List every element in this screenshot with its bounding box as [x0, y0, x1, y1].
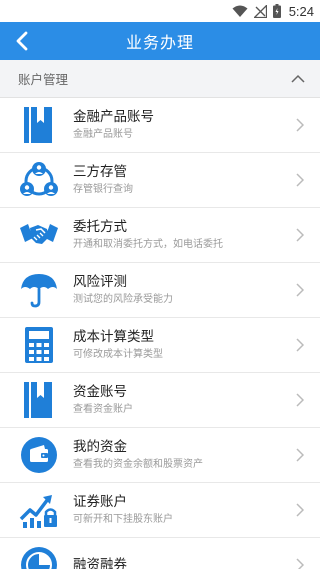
item-title: 三方存管	[73, 164, 127, 180]
list-item-margin-trading[interactable]: 融资融券	[0, 538, 320, 569]
item-subtitle: 测试您的风险承受能力	[73, 294, 173, 305]
item-subtitle: 查看我的资金余额和股票资产	[73, 459, 203, 470]
chevron-right-icon	[290, 335, 310, 355]
list-item-risk-assessment[interactable]: 风险评测 测试您的风险承受能力	[0, 263, 320, 318]
list-item-securities-account[interactable]: 证券账户 可新开和下挂股东账户	[0, 483, 320, 538]
chevron-right-icon	[290, 170, 310, 190]
three-party-network-icon	[15, 160, 63, 200]
chevron-right-icon	[290, 390, 310, 410]
chevron-right-icon	[290, 445, 310, 465]
list-item-cost-calculation-type[interactable]: 成本计算类型 可修改成本计算类型	[0, 318, 320, 373]
collapse-button[interactable]	[288, 69, 308, 89]
item-title: 证券账户	[73, 494, 127, 510]
stock-trend-lock-icon	[15, 490, 63, 530]
chevron-right-icon	[290, 500, 310, 520]
item-title: 融资融券	[73, 557, 127, 569]
status-bar: 5:24	[0, 0, 320, 22]
pie-chart-icon	[15, 545, 63, 569]
list-item-financial-product-account[interactable]: 金融产品账号 金融产品账号	[0, 98, 320, 153]
chevron-right-icon	[290, 280, 310, 300]
chevron-up-icon	[291, 74, 305, 83]
list-item-fund-account[interactable]: 资金账号 查看资金账户	[0, 373, 320, 428]
calculator-icon	[15, 325, 63, 365]
account-menu-list: 金融产品账号 金融产品账号 三方存管 存管银行查询 委托方式 开通和取消委托方式…	[0, 98, 320, 569]
item-subtitle: 金融产品账号	[73, 129, 133, 140]
item-title: 委托方式	[73, 219, 127, 235]
item-subtitle: 开通和取消委托方式，如电话委托	[73, 239, 223, 250]
battery-icon	[272, 4, 281, 18]
list-item-entrust-method[interactable]: 委托方式 开通和取消委托方式，如电话委托	[0, 208, 320, 263]
status-time: 5:24	[288, 3, 314, 19]
section-title: 账户管理	[18, 72, 69, 87]
bookmark-book-icon	[15, 105, 63, 145]
chevron-right-icon	[290, 115, 310, 135]
back-button[interactable]	[10, 29, 34, 53]
item-subtitle: 可修改成本计算类型	[73, 349, 163, 360]
umbrella-icon	[15, 270, 63, 310]
wallet-icon	[15, 435, 63, 475]
page-title: 业务办理	[125, 33, 194, 52]
bookmark-book-icon	[15, 380, 63, 420]
item-title: 金融产品账号	[73, 109, 154, 125]
item-title: 风险评测	[73, 274, 127, 290]
chevron-right-icon	[290, 225, 310, 245]
list-item-my-funds[interactable]: 我的资金 查看我的资金余额和股票资产	[0, 428, 320, 483]
item-title: 成本计算类型	[73, 329, 154, 345]
item-subtitle: 存管银行查询	[73, 184, 133, 195]
item-title: 我的资金	[73, 439, 127, 455]
signal-icon	[253, 4, 267, 18]
chevron-left-icon	[16, 31, 28, 51]
handshake-icon	[15, 215, 63, 255]
app-bar: 业务办理	[0, 22, 320, 60]
list-item-third-party-depository[interactable]: 三方存管 存管银行查询	[0, 153, 320, 208]
wifi-icon	[232, 5, 248, 18]
item-subtitle: 查看资金账户	[73, 404, 133, 415]
item-subtitle: 可新开和下挂股东账户	[73, 514, 173, 525]
item-title: 资金账号	[73, 384, 127, 400]
chevron-right-icon	[290, 555, 310, 569]
section-header-account-management[interactable]: 账户管理	[0, 60, 320, 98]
